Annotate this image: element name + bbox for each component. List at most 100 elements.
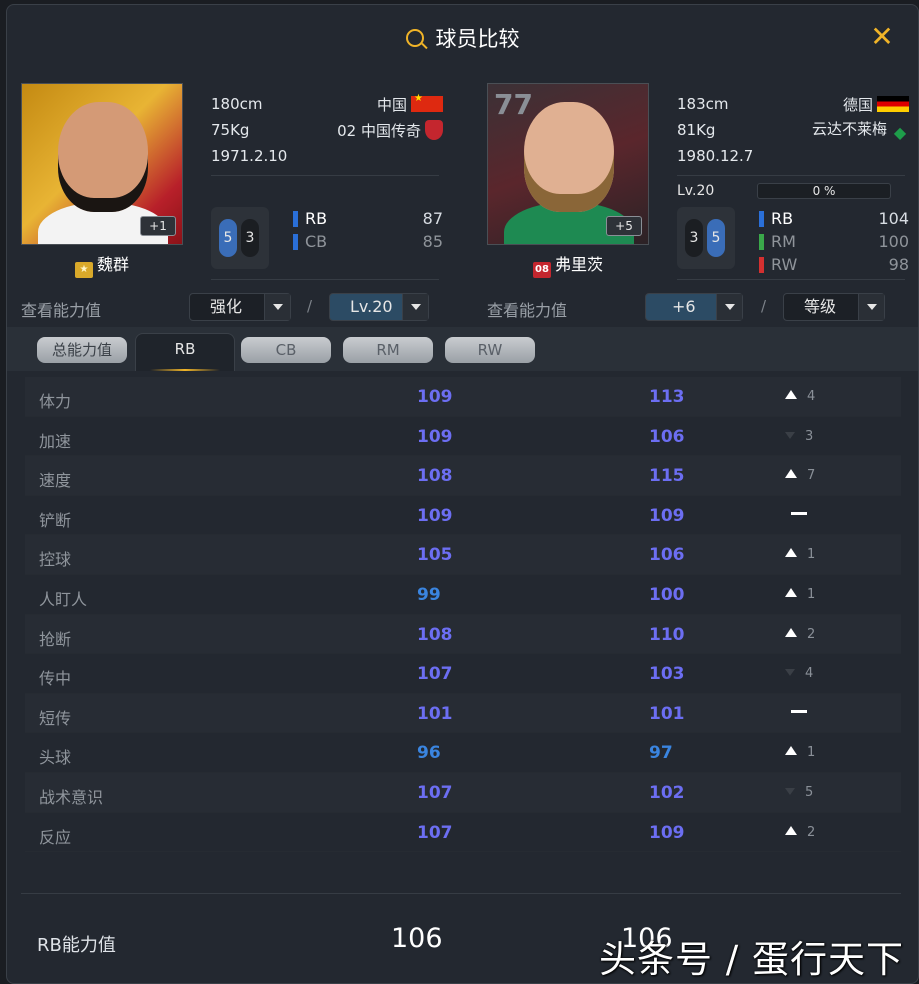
triangle-up-icon bbox=[785, 746, 797, 756]
stat-diff bbox=[785, 706, 807, 721]
equal-dash-icon bbox=[791, 511, 807, 515]
position-color-bar bbox=[759, 210, 764, 227]
player1-stat-value: 109 bbox=[417, 426, 453, 447]
player1-photo: +1 bbox=[21, 83, 183, 245]
triangle-up-icon bbox=[785, 627, 797, 637]
player1-height: 180cm bbox=[211, 95, 263, 113]
separator-slash: / bbox=[761, 297, 767, 315]
tab-cb[interactable]: CB bbox=[241, 337, 331, 363]
germany-flag-icon bbox=[877, 95, 909, 112]
stat-diff: 4 bbox=[785, 389, 815, 404]
dialog-titlebar: 球员比较 bbox=[7, 5, 918, 71]
footer-ability-label: RB能力值 bbox=[37, 935, 116, 956]
stat-row: 反应 107 109 2 bbox=[25, 813, 901, 853]
stat-diff: 3 bbox=[785, 429, 813, 444]
player2-name-row: 08 弗里茨 bbox=[487, 251, 649, 278]
position-color-bar bbox=[759, 233, 764, 250]
chevron-down-icon[interactable] bbox=[264, 294, 290, 320]
tab-total[interactable]: 总能力值 bbox=[37, 337, 127, 363]
player1-info: 180cm 中国 75Kg 02 中国传奇 1971.2.10 bbox=[211, 91, 443, 169]
player1-club: 02 中国传奇 bbox=[337, 121, 421, 140]
player1-stat-value: 101 bbox=[417, 703, 453, 724]
player1-enhance-dropdown[interactable]: 强化 bbox=[189, 293, 291, 321]
search-icon bbox=[405, 29, 424, 47]
player2-stat-value: 109 bbox=[649, 822, 685, 843]
position-tabs: 总能力值 RB CB RM RW bbox=[7, 327, 918, 371]
player2-stat-value: 100 bbox=[649, 584, 685, 605]
stat-diff: 1 bbox=[785, 587, 815, 602]
player1-stat-value: 109 bbox=[417, 387, 453, 407]
player1-stat-value: 99 bbox=[417, 584, 441, 605]
chevron-down-icon[interactable] bbox=[858, 294, 884, 320]
player-compare-dialog: 球员比较 ✕ +1 ★魏群 180cm 中国 75Kg 02 中国传奇 1971… bbox=[6, 4, 919, 984]
player2-info-divider bbox=[677, 175, 905, 176]
player2-level-dropdown[interactable]: 等级 bbox=[783, 293, 885, 321]
stat-row: 铲断 109 109 bbox=[25, 496, 901, 536]
tab-rb[interactable]: RB bbox=[135, 333, 235, 371]
stat-diff: 2 bbox=[785, 627, 815, 642]
equal-dash-icon bbox=[791, 709, 807, 713]
stat-name: 抢断 bbox=[39, 629, 72, 649]
club-crest-icon bbox=[425, 119, 443, 140]
player2-position-row: RM 100 bbox=[759, 230, 909, 253]
stat-name: 速度 bbox=[39, 471, 72, 491]
player1-ability-row: 查看能力值 强化 / Lv.20 bbox=[21, 293, 451, 323]
player2-enhance-dropdown[interactable]: +6 bbox=[645, 293, 743, 321]
player2-exp-progress: 0 % bbox=[757, 183, 891, 199]
stat-name: 头球 bbox=[39, 748, 72, 768]
player2-height: 183cm bbox=[677, 95, 729, 113]
china-flag-icon bbox=[411, 93, 443, 112]
dialog-title: 球员比较 bbox=[435, 27, 520, 51]
player2-stat-value: 106 bbox=[649, 545, 685, 566]
player1-stat-value: 109 bbox=[417, 505, 453, 526]
player1-level-dropdown[interactable]: Lv.20 bbox=[329, 293, 429, 321]
stat-name: 人盯人 bbox=[39, 589, 88, 609]
stat-diff-value: 1 bbox=[807, 547, 816, 563]
stat-row: 体力 109 113 4 bbox=[25, 377, 901, 417]
stat-diff: 2 bbox=[785, 825, 815, 840]
close-button[interactable]: ✕ bbox=[870, 23, 894, 51]
player1-position-row: RB 87 bbox=[293, 207, 443, 230]
player2-left-foot-icon: 3 bbox=[685, 219, 703, 257]
tab-rm[interactable]: RM bbox=[343, 337, 433, 363]
stat-diff-value: 5 bbox=[805, 784, 814, 800]
player2-position-row: RW 98 bbox=[759, 253, 909, 276]
player2-enhance-badge: +5 bbox=[606, 216, 642, 236]
position-value: 87 bbox=[422, 209, 443, 228]
player2-stat-value: 97 bbox=[649, 743, 673, 764]
stat-row: 人盯人 99 100 1 bbox=[25, 575, 901, 615]
player2-face bbox=[524, 102, 614, 212]
player1-positions: RB 87 CB 85 bbox=[293, 207, 443, 253]
player1-stat-value: 107 bbox=[417, 664, 453, 685]
stat-name: 战术意识 bbox=[39, 787, 104, 807]
triangle-up-icon bbox=[785, 390, 797, 399]
player2-level: Lv.20 bbox=[677, 183, 715, 199]
triangle-up-icon bbox=[785, 469, 797, 479]
stat-row: 头球 96 97 1 bbox=[25, 733, 901, 773]
player1-stat-value: 107 bbox=[417, 822, 453, 843]
stat-name: 传中 bbox=[39, 669, 72, 689]
stat-name: 反应 bbox=[39, 827, 72, 847]
position-color-bar bbox=[293, 233, 298, 250]
player1-left-foot-icon: 5 bbox=[219, 219, 237, 257]
stat-name: 体力 bbox=[39, 392, 72, 411]
chevron-down-icon[interactable] bbox=[402, 294, 428, 320]
chevron-down-icon[interactable] bbox=[716, 294, 742, 320]
player1-enhance-badge: +1 bbox=[140, 216, 176, 236]
stat-diff: 1 bbox=[785, 547, 815, 562]
player1-stat-value: 108 bbox=[417, 466, 453, 487]
player2-overall: 77 bbox=[494, 88, 533, 121]
player2-stat-value: 101 bbox=[649, 703, 685, 724]
player1-stat-value: 108 bbox=[417, 624, 453, 645]
player2-nation: 德国 bbox=[842, 95, 873, 114]
player2-foot-box: 3 5 bbox=[677, 207, 735, 269]
stat-row: 短传 101 101 bbox=[25, 693, 901, 734]
tab-rw[interactable]: RW bbox=[445, 337, 535, 363]
player1-season-icon: ★ bbox=[74, 262, 93, 278]
player1-position-row: CB 85 bbox=[293, 230, 443, 253]
player1-nation: 中国 bbox=[376, 95, 407, 114]
position-color-bar bbox=[293, 210, 298, 227]
player1-name-row: ★ 魏群 bbox=[21, 251, 183, 278]
watermark-text: 头条号 / 蛋行天下 bbox=[599, 938, 904, 981]
stat-diff-value: 4 bbox=[805, 666, 814, 682]
